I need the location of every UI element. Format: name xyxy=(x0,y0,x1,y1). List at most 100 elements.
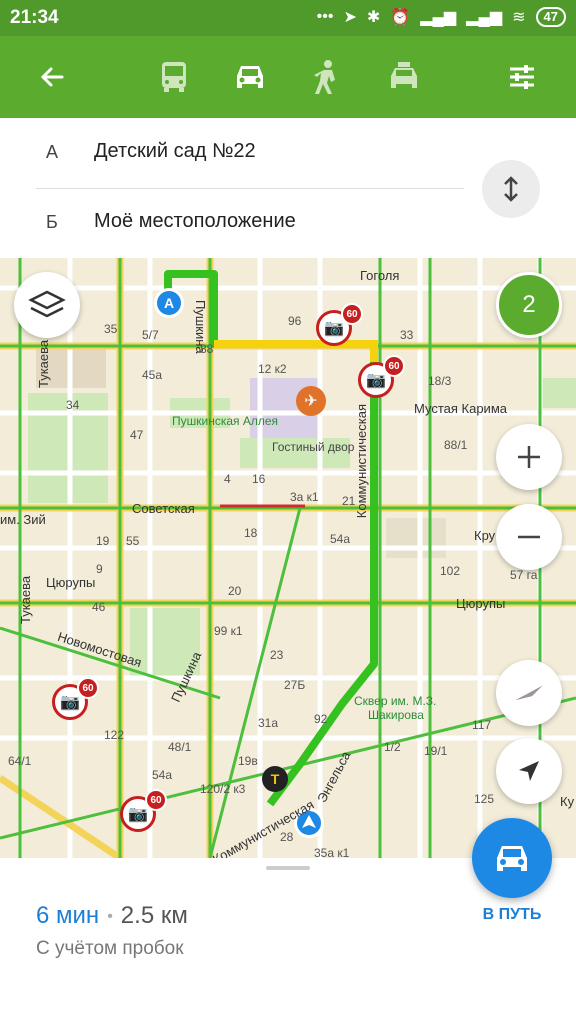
speed-camera-marker[interactable]: 📷 60 xyxy=(316,303,363,346)
house-number: 117 xyxy=(472,718,492,732)
house-number: 23 xyxy=(270,648,284,662)
separator-dot: • xyxy=(107,907,113,925)
zoom-out-button[interactable] xyxy=(496,504,562,570)
swap-vertical-icon xyxy=(504,176,518,202)
status-time: 21:34 xyxy=(10,7,59,28)
speed-camera-marker[interactable]: 📷 60 xyxy=(52,677,99,720)
street-label: им. Зий xyxy=(0,512,46,527)
route-to-letter: Б xyxy=(46,212,58,232)
house-number: 28 xyxy=(280,830,294,844)
compass-button[interactable] xyxy=(496,660,562,726)
more-icon: ••• xyxy=(316,8,334,25)
house-number: 27Б xyxy=(284,678,306,692)
route-start-marker[interactable]: A xyxy=(154,288,184,318)
park-label: Сквер им. М.З. xyxy=(354,694,437,708)
house-number: 12 к2 xyxy=(258,362,287,376)
street-label: Коммунистическая xyxy=(354,404,370,519)
battery-indicator: 47 xyxy=(535,7,566,27)
camera-icon: 📷 xyxy=(60,694,80,711)
car-icon xyxy=(497,846,527,871)
street-label: Тукаева xyxy=(18,575,33,624)
mode-car-button[interactable] xyxy=(226,53,274,101)
route-alternatives-badge[interactable]: 2 xyxy=(496,272,562,338)
speed-limit-label: 60 xyxy=(77,677,99,699)
settings-button[interactable] xyxy=(498,53,546,101)
place-label: Гостиный двор xyxy=(272,440,355,454)
route-from-row[interactable]: А Детский сад №22 xyxy=(0,118,470,189)
speed-camera-marker[interactable]: 📷 60 xyxy=(358,355,405,398)
house-number: 19 xyxy=(96,534,110,548)
eta-line: 6 мин • 2.5 км xyxy=(36,902,188,930)
house-number: 19/1 xyxy=(424,744,448,758)
route-to-row[interactable]: Б Моё местоположение xyxy=(0,188,470,258)
house-number: 46 xyxy=(92,600,106,614)
house-number: 122 xyxy=(104,728,125,742)
route-summary-sheet: 6 мин • 2.5 км С учётом пробок В ПУТЬ xyxy=(0,818,576,1024)
house-number: 9 xyxy=(96,562,103,576)
route-to-name: Моё местоположение xyxy=(94,210,296,232)
house-number: 20 xyxy=(228,584,242,598)
metro-poi-icon[interactable]: T xyxy=(262,766,288,792)
house-number: 19в xyxy=(238,754,258,768)
house-number: 54а xyxy=(152,768,173,782)
eta-time: 6 мин xyxy=(36,902,100,929)
go-label[interactable]: В ПУТЬ xyxy=(470,906,554,924)
sliders-icon xyxy=(510,65,534,89)
bus-icon xyxy=(162,62,186,92)
signal-icon: ▂▄▆ xyxy=(420,9,457,26)
speed-camera-marker[interactable]: 📷 60 xyxy=(120,789,167,832)
house-number: 99 к1 xyxy=(214,624,243,638)
mode-bus-button[interactable] xyxy=(150,53,198,101)
house-number: 3а к1 xyxy=(290,490,319,504)
house-number: 34 xyxy=(66,398,80,412)
map-view[interactable]: A 📷 60 📷 60 📷 60 📷 60 ✈ T Пушкина Гоголя Мус… xyxy=(0,258,576,858)
plus-icon xyxy=(518,446,540,468)
street-label: Цюрупы xyxy=(456,596,506,611)
street-label: Мустая Карима xyxy=(414,401,507,416)
house-number: 18 xyxy=(244,526,258,540)
my-location-button[interactable] xyxy=(496,738,562,804)
go-button[interactable] xyxy=(472,818,552,898)
park-label: Шакирова xyxy=(368,708,424,722)
arrow-left-icon xyxy=(40,67,64,87)
house-number: 5/7 xyxy=(142,328,159,342)
street-label: Ку xyxy=(560,794,575,809)
speed-limit-label: 60 xyxy=(145,789,167,811)
house-number: 102 xyxy=(440,564,461,578)
house-number: 45а xyxy=(142,368,163,382)
speed-limit-label: 60 xyxy=(341,303,363,325)
layers-button[interactable] xyxy=(14,272,80,338)
house-number: 55 xyxy=(126,534,140,548)
eta-distance: 2.5 км xyxy=(120,902,188,929)
camera-icon: 📷 xyxy=(366,372,386,389)
back-button[interactable] xyxy=(28,53,76,101)
house-number: 16 xyxy=(252,472,266,486)
house-number: 35 xyxy=(104,322,118,336)
swap-route-button[interactable] xyxy=(482,160,540,218)
house-number: 35а к1 xyxy=(314,846,350,858)
sheet-handle[interactable] xyxy=(266,866,310,870)
house-number: 88 xyxy=(200,342,214,356)
car-icon xyxy=(237,66,263,88)
house-number: 21 xyxy=(342,494,356,508)
camera-icon: 📷 xyxy=(324,320,344,337)
house-number: 54а xyxy=(330,532,351,546)
speed-limit-label: 60 xyxy=(383,355,405,377)
mode-taxi-button[interactable] xyxy=(380,53,428,101)
house-number: 57 га xyxy=(510,568,538,582)
minus-icon xyxy=(518,535,540,539)
transport-toolbar xyxy=(0,36,576,118)
house-number: 47 xyxy=(130,428,144,442)
signal2-icon: ▂▄▆ xyxy=(466,9,503,26)
house-number: 4 xyxy=(224,472,231,486)
mode-pedestrian-button[interactable] xyxy=(302,53,350,101)
route-from-name: Детский сад №22 xyxy=(94,140,256,162)
house-number: 48/1 xyxy=(168,740,192,754)
airport-poi-icon[interactable]: ✈ xyxy=(296,386,326,416)
map-canvas xyxy=(0,258,576,858)
pedestrian-icon xyxy=(314,60,335,94)
location-arrow-icon xyxy=(519,761,539,781)
bluetooth-icon: ✱ xyxy=(366,9,381,26)
house-number: 92 xyxy=(314,712,328,726)
zoom-in-button[interactable] xyxy=(496,424,562,490)
